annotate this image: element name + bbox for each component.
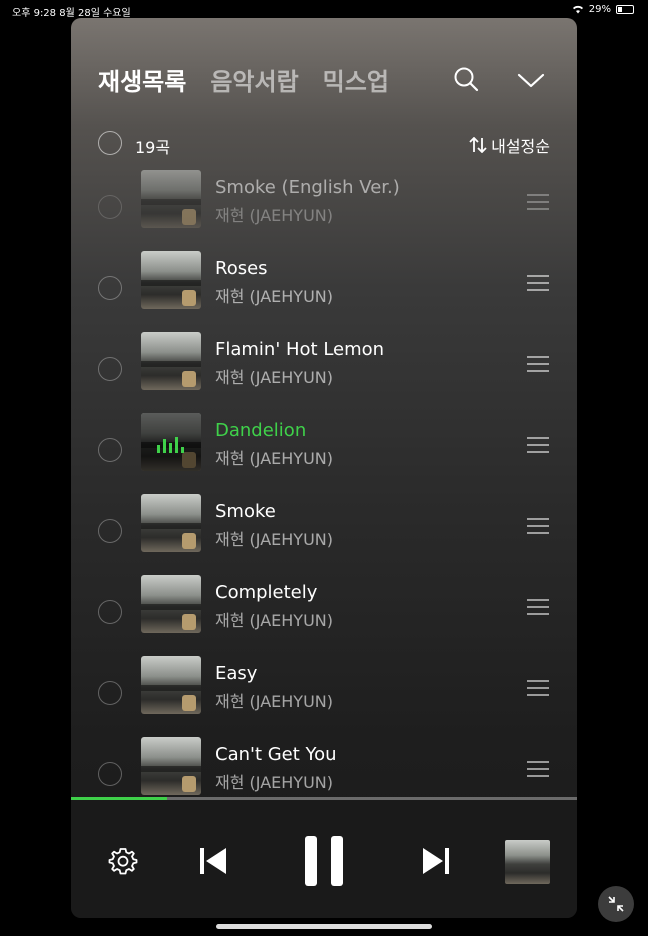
track-checkbox[interactable] [98, 357, 122, 381]
collapse-arrows-icon [608, 896, 624, 912]
track-row[interactable]: Easy 재현 (JAEHYUN) [71, 656, 577, 737]
track-title: Easy [215, 663, 258, 684]
battery-icon [616, 5, 634, 14]
track-artist: 재현 (JAEHYUN) [215, 368, 333, 387]
search-icon[interactable] [453, 66, 479, 92]
wifi-icon [572, 5, 583, 14]
track-checkbox[interactable] [98, 681, 122, 705]
track-row[interactable]: Smoke (English Ver.) 재현 (JAEHYUN) [71, 170, 577, 251]
status-time: 오후 9:28 8월 28일 수요일 [12, 8, 131, 19]
sort-icon [469, 137, 487, 153]
drag-handle-icon[interactable] [527, 437, 549, 453]
player-controls [71, 800, 577, 918]
drag-handle-icon[interactable] [527, 194, 549, 210]
track-title: Can't Get You [215, 744, 337, 765]
track-checkbox[interactable] [98, 519, 122, 543]
album-art [141, 575, 201, 633]
sort-button[interactable]: 내설정순 [469, 133, 550, 157]
track-artist: 재현 (JAEHYUN) [215, 287, 333, 306]
tab-mixup[interactable]: 믹스업 [323, 62, 389, 97]
track-title: Completely [215, 582, 318, 603]
track-artist: 재현 (JAEHYUN) [215, 206, 333, 225]
chevron-down-icon[interactable] [517, 70, 545, 90]
track-title: Dandelion [215, 420, 307, 441]
gear-icon[interactable] [106, 844, 140, 878]
album-art [141, 656, 201, 714]
track-checkbox[interactable] [98, 276, 122, 300]
track-row[interactable]: Smoke 재현 (JAEHYUN) [71, 494, 577, 575]
track-checkbox[interactable] [98, 438, 122, 462]
album-art [141, 251, 201, 309]
battery-percent: 29% [588, 4, 611, 15]
track-artist: 재현 (JAEHYUN) [215, 611, 333, 630]
list-header: 19곡 내설정순 [98, 131, 550, 157]
next-icon[interactable] [421, 846, 451, 876]
track-row[interactable]: Flamin' Hot Lemon 재현 (JAEHYUN) [71, 332, 577, 413]
equalizer-icon [157, 437, 185, 453]
now-playing-album-art[interactable] [505, 840, 550, 884]
drag-handle-icon[interactable] [527, 599, 549, 615]
track-title: Flamin' Hot Lemon [215, 339, 385, 360]
track-checkbox[interactable] [98, 600, 122, 624]
tab-music-drawer[interactable]: 음악서랍 [210, 62, 298, 97]
album-art [141, 494, 201, 552]
drag-handle-icon[interactable] [527, 275, 549, 291]
track-artist: 재현 (JAEHYUN) [215, 449, 333, 468]
track-row[interactable]: Dandelion 재현 (JAEHYUN) [71, 413, 577, 494]
track-row[interactable]: Roses 재현 (JAEHYUN) [71, 251, 577, 332]
track-artist: 재현 (JAEHYUN) [215, 692, 333, 711]
album-art [141, 332, 201, 390]
track-title: Roses [215, 258, 268, 279]
album-art [141, 737, 201, 795]
album-art [141, 413, 201, 471]
drag-handle-icon[interactable] [527, 518, 549, 534]
drag-handle-icon[interactable] [527, 680, 549, 696]
track-artist: 재현 (JAEHYUN) [215, 530, 333, 549]
drag-handle-icon[interactable] [527, 761, 549, 777]
status-bar: 오후 9:28 8월 28일 수요일 29% [0, 0, 648, 20]
album-art [141, 170, 201, 228]
track-title: Smoke (English Ver.) [215, 177, 400, 198]
track-checkbox[interactable] [98, 762, 122, 786]
track-artist: 재현 (JAEHYUN) [215, 773, 333, 792]
select-all-checkbox[interactable] [98, 131, 122, 155]
home-indicator[interactable] [216, 924, 432, 929]
track-count: 19곡 [135, 138, 171, 157]
pause-icon[interactable] [303, 836, 345, 886]
tab-bar: 재생목록 음악서랍 믹스업 [98, 62, 389, 97]
sort-label: 내설정순 [491, 137, 550, 156]
drag-handle-icon[interactable] [527, 356, 549, 372]
previous-icon[interactable] [198, 846, 228, 876]
tab-playlist[interactable]: 재생목록 [98, 62, 186, 97]
track-checkbox[interactable] [98, 195, 122, 219]
minimize-button[interactable] [598, 886, 634, 922]
track-title: Smoke [215, 501, 276, 522]
track-row[interactable]: Completely 재현 (JAEHYUN) [71, 575, 577, 656]
status-right: 29% [572, 4, 634, 15]
playlist-panel: 재생목록 음악서랍 믹스업 19곡 내설정순 Smoke (English Ve… [71, 18, 577, 918]
